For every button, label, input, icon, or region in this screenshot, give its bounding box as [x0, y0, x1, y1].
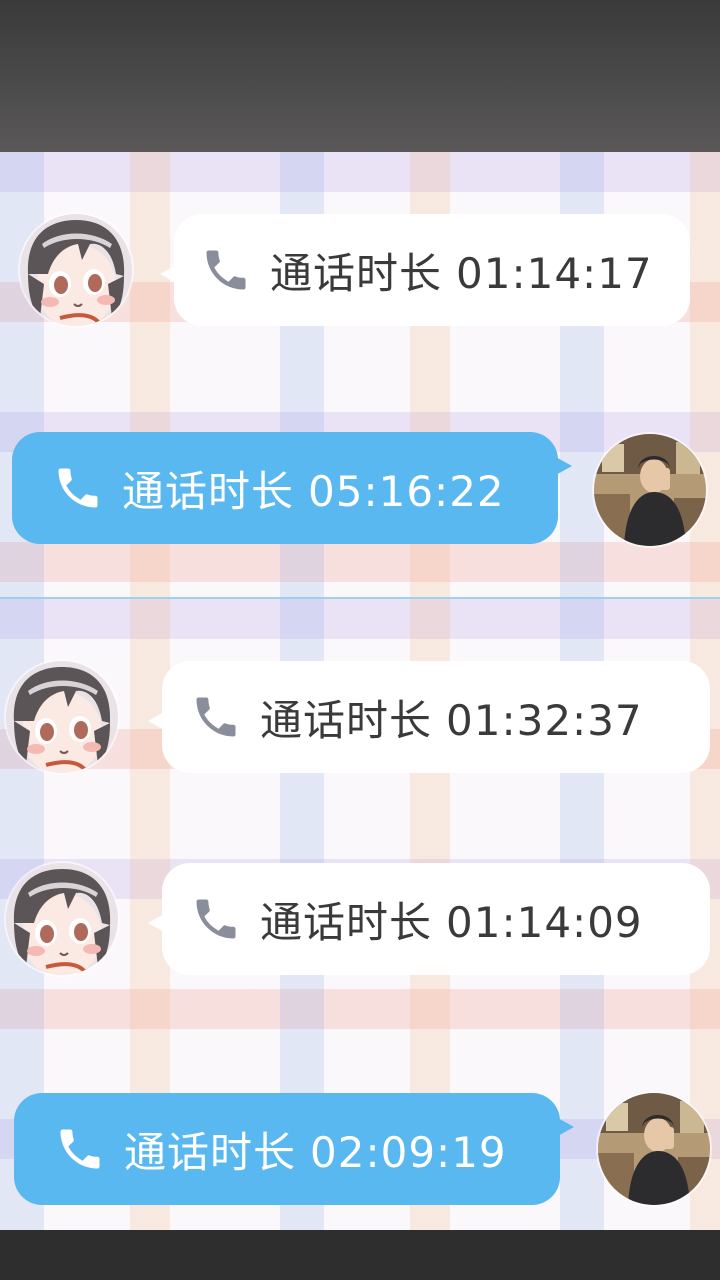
call-duration-label: 通话时长: [122, 466, 295, 516]
avatar-image: [20, 214, 132, 326]
call-duration-value: 01:14:09: [446, 897, 643, 947]
phone-icon: [190, 691, 242, 743]
user-avatar[interactable]: [598, 1093, 710, 1205]
call-duration-value: 02:09:19: [310, 1127, 507, 1177]
user-avatar[interactable]: [594, 434, 706, 546]
call-duration-value: 01:32:37: [446, 695, 643, 745]
phone-icon: [190, 893, 242, 945]
call-duration-text: 通话时长 01:32:37: [260, 687, 643, 748]
contact-avatar[interactable]: [6, 863, 118, 975]
call-duration-text: 通话时长 01:14:09: [260, 889, 643, 950]
contact-avatar[interactable]: [20, 214, 132, 326]
chat-panel-1[interactable]: 通话时长 01:14:17 通话时长 05:16:22: [0, 152, 720, 597]
call-duration-label: 通话时长: [260, 695, 433, 745]
call-record-bubble[interactable]: 通话时长 01:14:09: [148, 863, 710, 975]
call-duration-label: 通话时长: [260, 897, 433, 947]
call-record-bubble[interactable]: 通话时长 02:09:19: [14, 1093, 574, 1205]
call-duration-text: 通话时长 02:09:19: [124, 1119, 507, 1180]
chat-panel-2[interactable]: 通话时长 01:32:37 通话时长 01:14:09 通话时长 02:09:19: [0, 599, 720, 1230]
avatar-image: [598, 1093, 710, 1205]
phone-icon: [52, 462, 104, 514]
phone-icon: [54, 1123, 106, 1175]
call-duration-text: 通话时长 05:16:22: [122, 458, 505, 519]
avatar-image: [6, 863, 118, 975]
contact-avatar[interactable]: [6, 661, 118, 773]
avatar-image: [594, 434, 706, 546]
call-duration-text: 通话时长 01:14:17: [270, 240, 653, 301]
top-status-area: [0, 0, 720, 152]
call-record-bubble[interactable]: 通话时长 05:16:22: [12, 432, 572, 544]
call-record-bubble[interactable]: 通话时长 01:32:37: [148, 661, 710, 773]
call-duration-label: 通话时长: [124, 1127, 297, 1177]
bottom-area: [0, 1230, 720, 1280]
call-duration-value: 05:16:22: [308, 466, 505, 516]
call-record-bubble[interactable]: 通话时长 01:14:17: [160, 214, 690, 326]
avatar-image: [6, 661, 118, 773]
phone-icon: [200, 244, 252, 296]
call-duration-value: 01:14:17: [456, 248, 653, 298]
call-duration-label: 通话时长: [270, 248, 443, 298]
